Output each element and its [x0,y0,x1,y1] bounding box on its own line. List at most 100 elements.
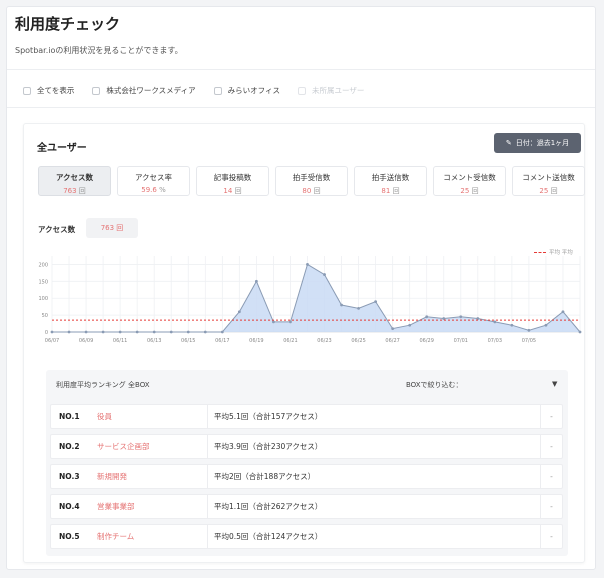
rank-number: NO.2 [59,442,80,451]
rank-stat: 平均0.5回（合計124アクセス） [214,532,323,541]
rank-box-link[interactable]: 新規開発 [85,471,207,482]
rank-number: NO.1 [59,412,80,421]
filter-label: 未所属ユーザー [311,86,365,95]
tab-value: 25 回 [460,187,479,195]
divider [7,69,595,70]
data-point [135,330,139,334]
data-point [561,310,565,314]
chevron-down-icon[interactable]: ▼ [552,380,557,388]
filter-unassigned: 未所属ユーザー [297,85,365,96]
row-menu-icon[interactable]: - [540,464,562,489]
rank-number: NO.5 [59,532,80,541]
page-title: 利用度チェック [15,15,121,33]
data-point [493,320,497,324]
rank-stat: 平均1.1回（合計262アクセス） [214,502,323,511]
date-range-label: 日付：過去1ヶ月 [515,139,570,147]
divider [7,107,595,108]
date-range-button[interactable]: ✎ 日付：過去1ヶ月 [494,133,581,153]
data-point [50,330,54,334]
x-tick-label: 06/15 [181,338,195,344]
tab-access-rate[interactable]: アクセス率 59.6 % [117,166,190,196]
filter-all[interactable]: 全てを表示 [23,85,74,96]
x-tick-label: 06/27 [385,338,399,344]
data-point [101,330,105,334]
rank-box-link[interactable]: 営業事業部 [85,501,207,512]
row-menu-icon[interactable]: - [540,524,562,549]
x-tick-label: 06/25 [351,338,365,344]
page-description: Spotbar.ioの利用状況を見ることができます。 [15,46,183,55]
tab-clap-sent[interactable]: 拍手送信数 81 回 [354,166,427,196]
row-menu-icon[interactable]: - [540,494,562,519]
data-point [527,328,531,332]
tab-comment-sent[interactable]: コメント送信数 25 回 [512,166,585,196]
tab-label: 拍手送信数 [371,173,410,182]
tab-post-count[interactable]: 記事投稿数 14 回 [196,166,269,196]
tab-label: コメント送信数 [522,173,575,182]
data-point [306,263,309,266]
usage-check-page: 利用度チェック Spotbar.ioの利用状況を見ることができます。 全てを表示… [6,6,596,570]
data-point [237,310,241,314]
x-tick-label: 07/01 [454,338,468,344]
y-tick-label: 100 [38,296,48,302]
data-point [152,330,156,334]
rank-box-link[interactable]: サービス企画部 [85,441,207,452]
data-point [323,273,326,276]
rank-number: NO.3 [59,472,80,481]
filter-mirai-office[interactable]: みらいオフィス [213,85,280,96]
ranking-title: 利用度平均ランキング 全BOX [56,381,150,389]
tab-value: 14 回 [223,187,242,195]
chart-metric-value: 763 回 [86,218,138,238]
filter-label: 株式会社ワークスメディア [106,86,196,95]
x-tick-label: 06/23 [317,338,331,344]
x-tick-label: 06/29 [419,338,433,344]
filter-works-media[interactable]: 株式会社ワークスメディア [92,85,196,96]
x-tick-label: 07/05 [522,338,536,344]
data-point [118,330,122,334]
rank-stat: 平均5.1回（合計157アクセス） [214,412,323,421]
row-menu-icon[interactable]: - [540,404,562,429]
x-tick-label: 06/11 [113,338,127,344]
data-point [510,323,514,327]
checkbox [297,86,306,95]
rank-box-link[interactable]: 役員 [85,411,207,422]
data-point [67,330,71,334]
ranking-row: NO.4 営業事業部 平均1.1回（合計262アクセス） - [50,494,563,519]
tab-value: 59.6 % [141,186,166,194]
tab-clap-received[interactable]: 拍手受信数 80 回 [275,166,348,196]
row-menu-icon[interactable]: - [540,434,562,459]
y-tick-label: 150 [38,279,48,285]
usage-card: 全ユーザー ✎ 日付：過去1ヶ月 アクセス数 763 回 アクセス率 59.6 % … [23,123,585,563]
box-filter-select[interactable]: BOXで絞り込む： [406,380,463,390]
metric-tabs: アクセス数 763 回 アクセス率 59.6 % 記事投稿数 14 回 拍手受信数 80… [38,166,585,196]
ranking-row: NO.5 制作チーム 平均0.5回（合計124アクセス） - [50,524,563,549]
data-point [442,317,446,320]
filter-label: みらいオフィス [227,86,280,95]
x-tick-label: 07/03 [488,338,502,344]
filter-label: 全てを表示 [37,86,75,95]
data-point [425,315,429,319]
card-title: 全ユーザー [37,143,87,154]
x-tick-label: 06/07 [45,338,59,344]
tab-value: 81 回 [381,187,400,195]
rank-box-link[interactable]: 制作チーム [85,531,207,542]
data-point [220,330,224,334]
x-tick-label: 06/21 [283,338,297,344]
tab-label: 記事投稿数 [213,173,252,182]
ranking-row: NO.1 役員 平均5.1回（合計157アクセス） - [50,404,563,429]
x-tick-label: 06/13 [147,338,161,344]
tab-comment-received[interactable]: コメント受信数 25 回 [433,166,506,196]
tab-label: アクセス数 [55,173,94,182]
data-point [374,300,378,303]
data-point [476,317,480,320]
checkbox[interactable] [92,86,101,95]
checkbox[interactable] [213,86,222,95]
checkbox[interactable] [23,86,31,95]
data-point [578,330,582,334]
rank-number: NO.4 [59,502,80,511]
data-point [357,306,360,310]
rank-stat: 平均2回（合計188アクセス） [214,472,316,481]
data-point [186,330,190,334]
chart-metric-label: アクセス数 [38,225,76,234]
data-point [84,330,88,334]
tab-access-count[interactable]: アクセス数 763 回 [38,166,111,196]
